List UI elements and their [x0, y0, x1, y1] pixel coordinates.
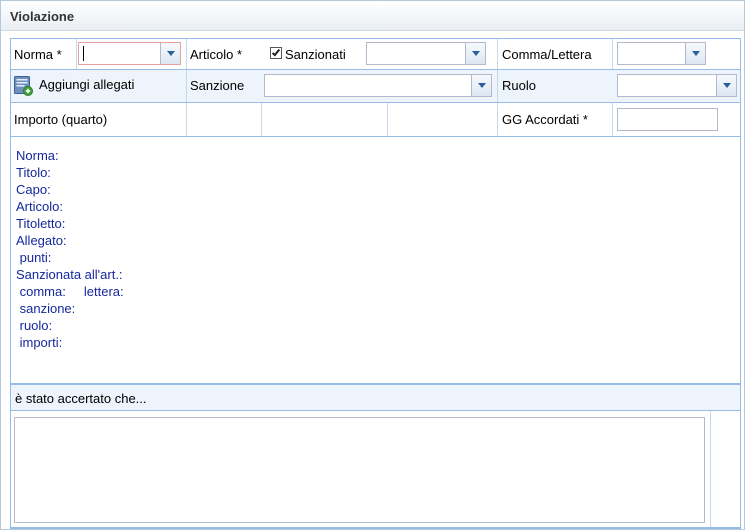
norma-combo[interactable] [78, 42, 181, 65]
form-row-sanzione: Aggiungi allegati Sanzione Ruolo [10, 70, 741, 103]
gg-accordati-input[interactable] [617, 108, 718, 131]
sanzione-dropdown-trigger[interactable] [471, 75, 491, 96]
info-line: importi: [16, 335, 63, 350]
info-line: Sanzionata all'art.: [16, 267, 123, 282]
comma-lettera-combo[interactable] [617, 42, 706, 65]
info-line: sanzione: [16, 301, 76, 316]
cell-divider [612, 39, 613, 69]
cell-divider [186, 39, 187, 69]
accertato-header: è stato accertato che... [10, 384, 741, 411]
cell-divider [497, 39, 498, 69]
info-line: ruolo: [16, 318, 53, 333]
articolo-dropdown-trigger[interactable] [465, 43, 485, 64]
cell-divider [497, 103, 498, 136]
cell-divider [76, 39, 77, 69]
ruolo-dropdown-trigger[interactable] [716, 75, 736, 96]
cell-divider [612, 103, 613, 136]
info-line: Norma: [16, 148, 59, 163]
info-lines: Norma: Titolo: Capo: Articolo: Titoletto: All… [16, 147, 124, 351]
cell-divider [497, 70, 498, 102]
sanzionati-checkbox[interactable] [270, 47, 282, 59]
ruolo-label: Ruolo [502, 78, 536, 93]
bottom-divider [10, 527, 741, 528]
info-line: Articolo: [16, 199, 63, 214]
panel-title: Violazione [10, 9, 75, 24]
comma-dropdown-trigger[interactable] [685, 43, 705, 64]
info-line: comma: lettera: [16, 284, 124, 299]
text-caret [83, 46, 84, 61]
accertato-label: è stato accertato che... [15, 391, 147, 406]
check-icon [271, 47, 281, 57]
accertato-body [10, 411, 741, 529]
gg-accordati-label: GG Accordati * [502, 112, 588, 127]
aggiungi-allegati-link[interactable]: Aggiungi allegati [39, 77, 134, 92]
comma-lettera-label: Comma/Lettera [502, 47, 592, 62]
accertato-textarea[interactable] [14, 417, 705, 523]
cell-divider [387, 103, 388, 136]
norma-label: Norma * [14, 47, 62, 62]
form-row-norma: Norma * Articolo * Sanzionati Comma/Lett… [10, 38, 741, 70]
violazione-panel: Violazione Norma * Articolo * Sanzionati… [0, 0, 745, 530]
attachment-add-icon[interactable] [14, 76, 33, 96]
info-line: Capo: [16, 182, 51, 197]
info-line: Titolo: [16, 165, 51, 180]
cell-divider [186, 70, 187, 102]
sanzione-combo[interactable] [264, 74, 492, 97]
info-line: punti: [16, 250, 52, 265]
side-column [710, 411, 740, 527]
importo-label: Importo (quarto) [14, 112, 108, 127]
panel-header: Violazione [1, 1, 744, 31]
cell-divider [261, 103, 262, 136]
form-row-importo: Importo (quarto) GG Accordati * [10, 103, 741, 137]
sanzione-label: Sanzione [190, 78, 245, 93]
articolo-label: Articolo * [190, 47, 243, 62]
info-line: Allegato: [16, 233, 67, 248]
sanzionati-label: Sanzionati [285, 47, 346, 62]
cell-divider [186, 103, 187, 136]
norma-dropdown-trigger[interactable] [160, 43, 180, 64]
ruolo-combo[interactable] [617, 74, 737, 97]
violation-info-box: Norma: Titolo: Capo: Articolo: Titoletto: All… [10, 137, 741, 384]
info-line: Titoletto: [16, 216, 66, 231]
articolo-combo[interactable] [366, 42, 486, 65]
